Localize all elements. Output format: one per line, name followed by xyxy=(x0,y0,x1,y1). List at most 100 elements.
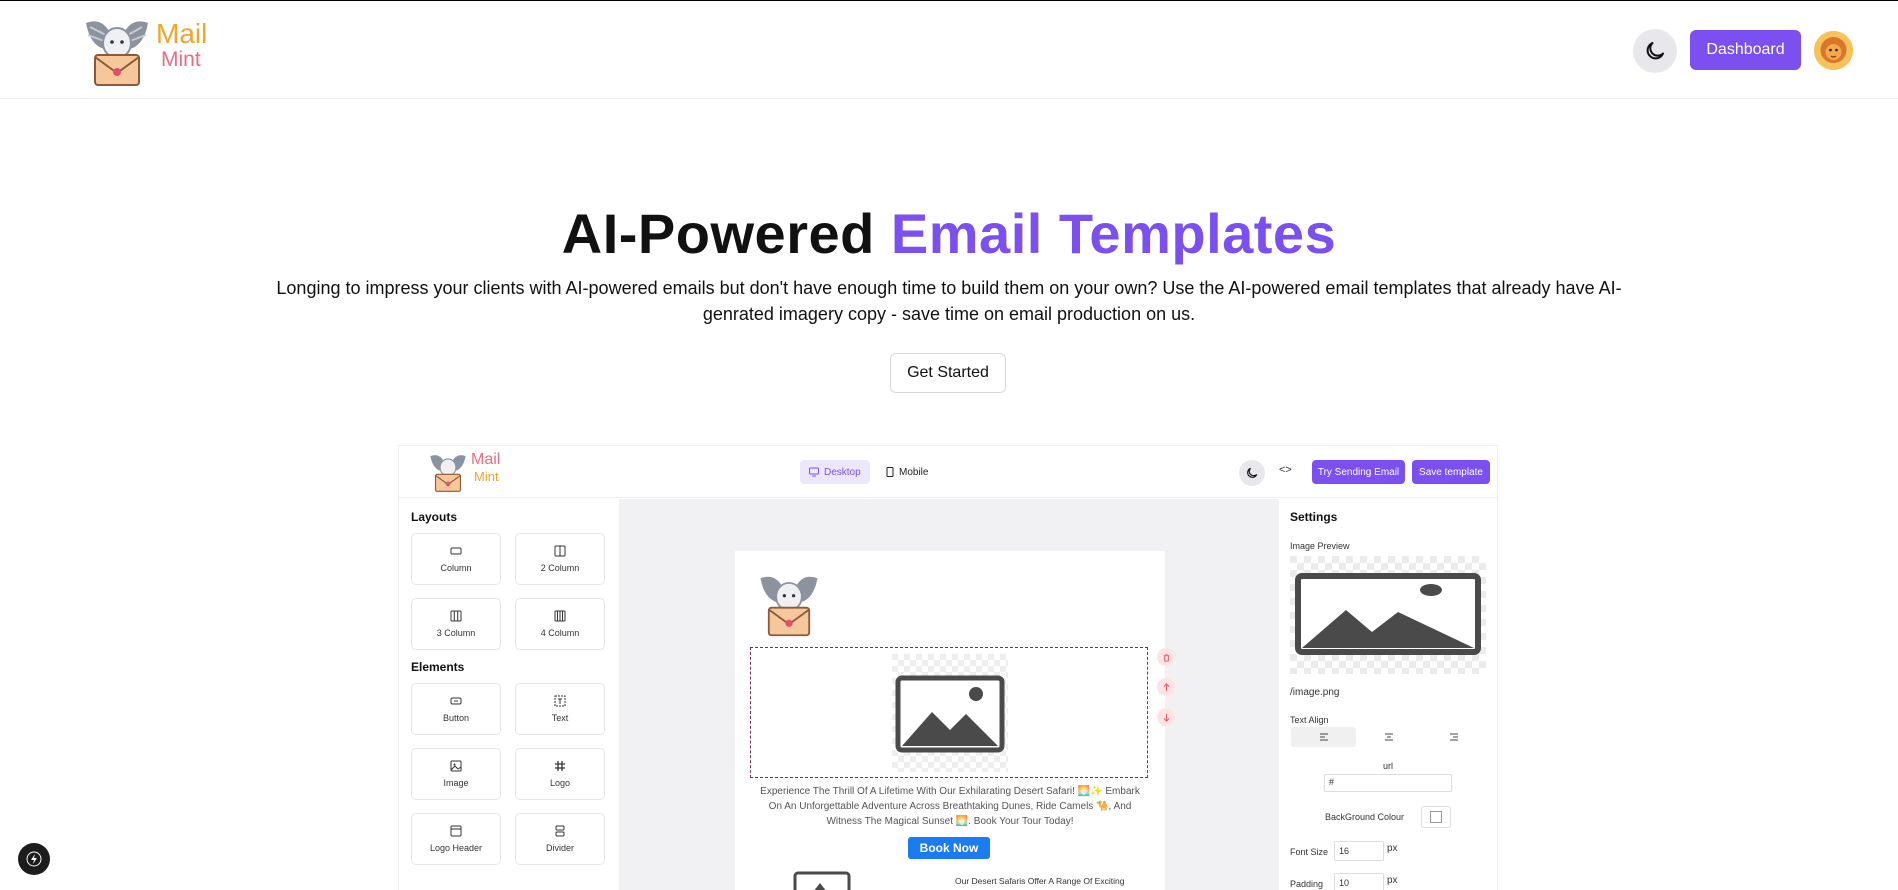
elements-sidebar: Layouts Column 2 Column 3 Column 4 Colum… xyxy=(399,499,619,890)
editor-theme-toggle[interactable] xyxy=(1239,460,1265,486)
column-icon xyxy=(450,547,462,555)
url-label: url xyxy=(1383,761,1394,771)
email-secondary-text: Our Desert Safaris Offer A Range Of Exci… xyxy=(955,876,1125,886)
image-preview-thumbnail xyxy=(1290,556,1486,674)
settings-heading: Settings xyxy=(1290,510,1338,524)
url-input[interactable]: # xyxy=(1324,774,1452,792)
button-icon xyxy=(450,697,462,705)
layout-tile-label: Column xyxy=(440,563,472,573)
moon-icon xyxy=(1247,467,1258,478)
editor-topbar: Mail Mint Desktop Mobile <> Try Sending … xyxy=(399,446,1497,498)
settings-panel: Settings Image Preview /image.png Text A… xyxy=(1279,499,1497,890)
background-colour-picker[interactable] xyxy=(1421,806,1451,828)
layout-tile-label: 2 Column xyxy=(540,563,580,573)
brand-line1: Mail xyxy=(156,18,208,49)
align-left-button[interactable] xyxy=(1291,727,1357,747)
layout-tile-label: 4 Column xyxy=(540,628,580,638)
try-sending-email-button[interactable]: Try Sending Email xyxy=(1312,460,1405,484)
element-tile-logo-header[interactable]: Logo Header xyxy=(411,813,501,865)
font-size-unit: px xyxy=(1387,843,1398,854)
divider-icon xyxy=(555,825,565,837)
align-center-icon xyxy=(1384,733,1393,741)
email-logo[interactable] xyxy=(755,569,823,639)
element-tile-label: Logo Header xyxy=(429,843,483,853)
image-icon xyxy=(450,760,462,772)
two-column-icon xyxy=(554,545,566,557)
image-path-text: /image.png xyxy=(1290,687,1340,698)
hero-title: AI-Powered Email Templates xyxy=(0,201,1898,266)
editor-preview: Mail Mint Desktop Mobile <> Try Sending … xyxy=(398,445,1498,890)
delete-block-button[interactable] xyxy=(1157,648,1175,666)
floating-action-button[interactable] xyxy=(18,843,50,875)
element-tile-divider[interactable]: Divider xyxy=(515,813,605,865)
move-up-button[interactable] xyxy=(1157,678,1175,696)
font-size-label: Font Size xyxy=(1290,847,1329,857)
layout-tile-2-column[interactable]: 2 Column xyxy=(515,533,605,585)
tab-mobile[interactable]: Mobile xyxy=(877,460,937,484)
element-tile-label: Divider xyxy=(545,843,574,853)
editor-logo: Mail Mint xyxy=(427,451,500,493)
padding-label: Padding xyxy=(1290,879,1324,889)
owl-envelope-icon xyxy=(427,451,469,493)
save-template-button[interactable]: Save template xyxy=(1412,460,1490,484)
align-right-icon xyxy=(1450,733,1459,741)
element-tile-image[interactable]: Image xyxy=(411,748,501,800)
layout-tile-3-column[interactable]: 3 Column xyxy=(411,598,501,650)
tab-mobile-label: Mobile xyxy=(899,466,929,478)
avatar[interactable] xyxy=(1814,31,1853,70)
theme-toggle-button[interactable] xyxy=(1633,29,1677,73)
email-body-text[interactable]: Experience The Thrill Of A Lifetime With… xyxy=(753,784,1147,829)
element-tile-text[interactable]: Text xyxy=(515,683,605,735)
editor-brand-line1: Mail xyxy=(471,451,501,468)
brand-line2: Mint xyxy=(161,48,201,71)
get-started-button[interactable]: Get Started xyxy=(890,353,1006,393)
layout-tile-4-column[interactable]: 4 Column xyxy=(515,598,605,650)
hash-icon xyxy=(555,761,565,771)
arrow-up-icon xyxy=(1162,682,1170,691)
editor-brand-line2: Mint xyxy=(474,469,499,484)
book-now-button[interactable]: Book Now xyxy=(908,837,990,859)
logo-header-icon xyxy=(450,825,462,837)
three-column-icon xyxy=(450,610,462,622)
elements-heading: Elements xyxy=(411,660,465,674)
element-tile-button[interactable]: Button xyxy=(411,683,501,735)
layout-tile-column[interactable]: Column xyxy=(411,533,501,585)
top-navbar: Mail Mint Dashboard xyxy=(0,1,1898,99)
move-down-button[interactable] xyxy=(1157,708,1175,726)
layout-tile-label: 3 Column xyxy=(436,628,476,638)
element-tile-label: Image xyxy=(443,778,469,788)
monitor-icon xyxy=(809,467,819,477)
owl-envelope-icon xyxy=(80,15,154,87)
padding-unit: px xyxy=(1387,875,1398,886)
brand-wordmark: Mail Mint xyxy=(156,19,207,87)
layouts-heading: Layouts xyxy=(411,510,458,524)
text-align-control xyxy=(1291,727,1487,747)
align-left-icon xyxy=(1319,733,1328,741)
align-right-button[interactable] xyxy=(1422,727,1487,747)
font-size-input[interactable]: 16 xyxy=(1334,841,1384,861)
image-placeholder-icon xyxy=(892,654,1008,772)
element-tile-label: Text xyxy=(551,713,569,723)
selected-image-block[interactable] xyxy=(750,647,1148,778)
trash-icon xyxy=(1163,653,1169,662)
element-tile-label: Button xyxy=(442,713,470,723)
image-preview-label: Image Preview xyxy=(1290,541,1350,551)
padding-input[interactable]: 10 xyxy=(1334,873,1384,890)
moon-icon xyxy=(1646,42,1664,60)
align-center-button[interactable] xyxy=(1356,727,1421,747)
lightning-icon xyxy=(26,851,42,867)
arrow-down-icon xyxy=(1162,713,1170,722)
phone-icon xyxy=(886,467,894,477)
background-colour-label: BackGround Colour xyxy=(1325,812,1405,822)
dashboard-button[interactable]: Dashboard xyxy=(1690,30,1801,70)
element-tile-logo[interactable]: Logo xyxy=(515,748,605,800)
tab-desktop[interactable]: Desktop xyxy=(800,460,870,484)
text-icon xyxy=(554,695,566,707)
image-placeholder-icon xyxy=(793,871,851,890)
email-canvas: Experience The Thrill Of A Lifetime With… xyxy=(619,499,1279,890)
hero-title-plain: AI-Powered xyxy=(561,202,875,265)
hero-title-accent: Email Templates xyxy=(890,202,1337,265)
element-tile-label: Logo xyxy=(549,778,571,788)
code-view-icon[interactable]: <> xyxy=(1279,464,1292,476)
mailmint-logo[interactable]: Mail Mint xyxy=(80,15,220,87)
